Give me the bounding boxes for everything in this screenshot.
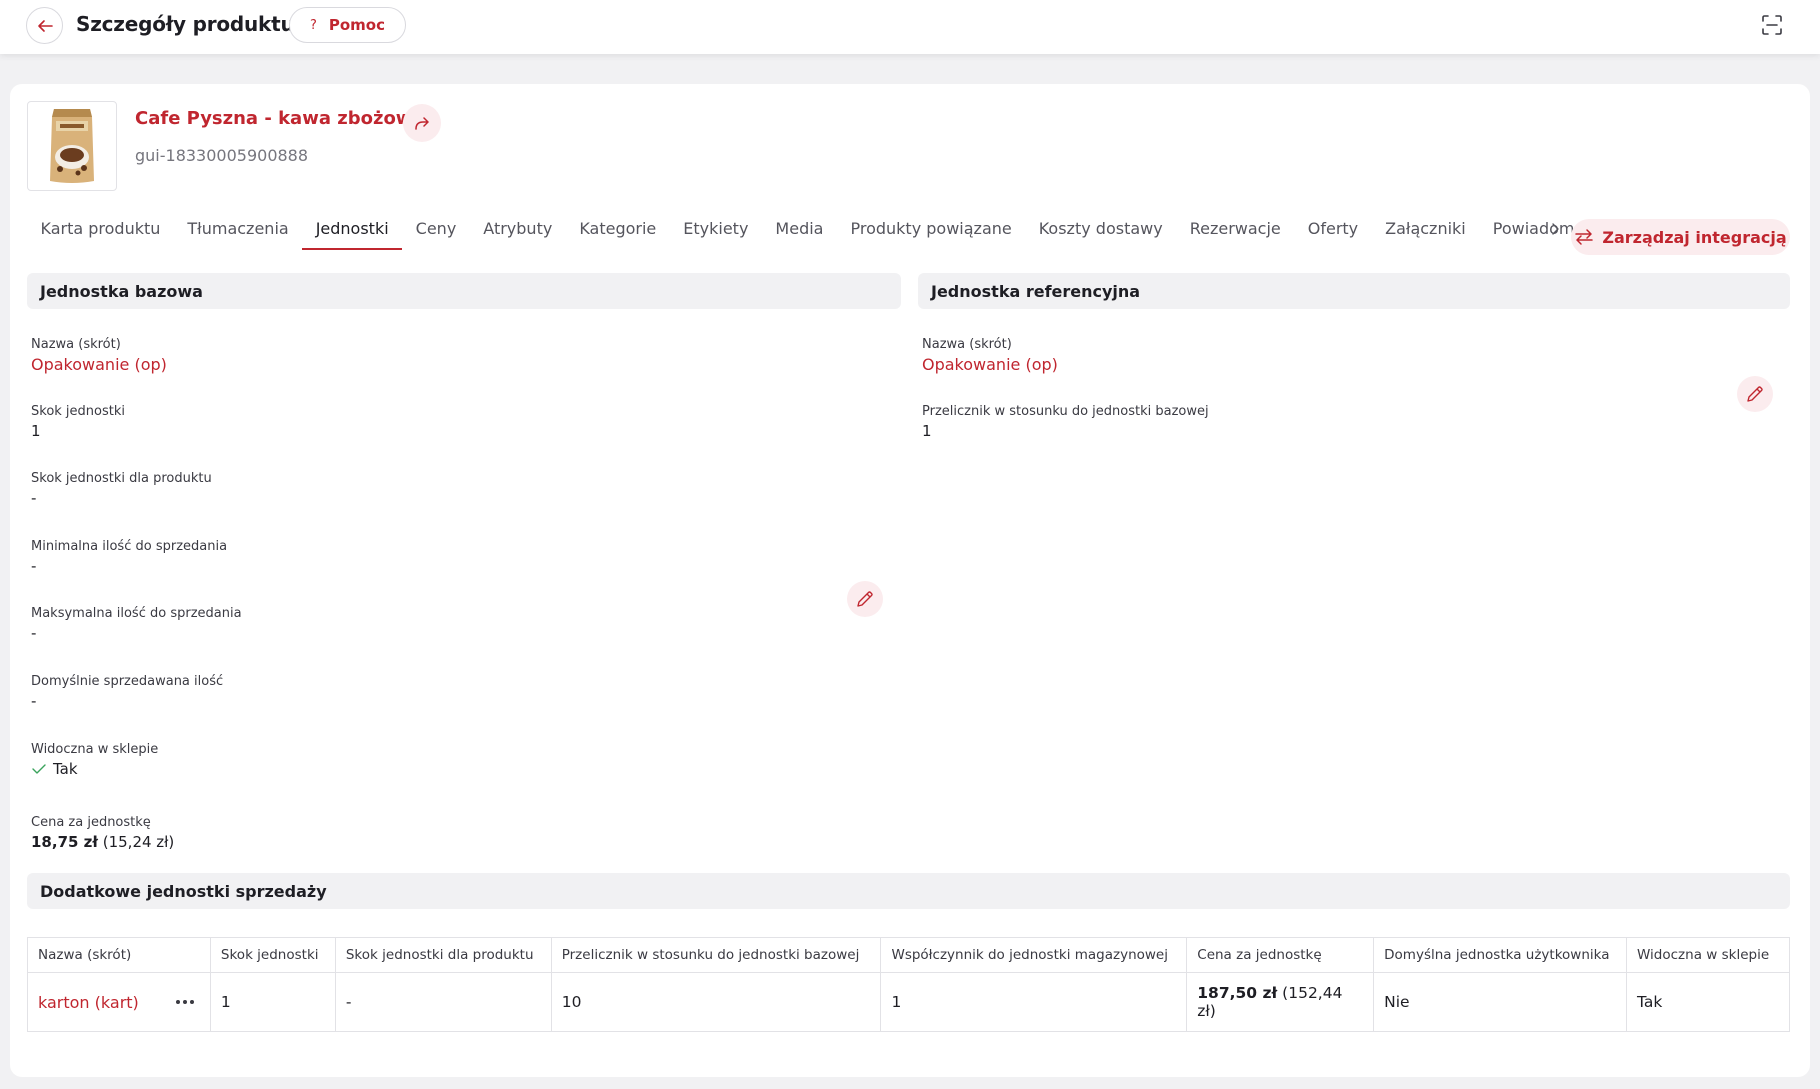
product-thumbnail[interactable]	[27, 101, 117, 191]
help-button[interactable]: ? Pomoc	[289, 7, 406, 43]
field-value: 1	[922, 422, 932, 440]
fullscreen-button[interactable]	[1758, 11, 1786, 39]
column-header: Skok jednostki	[209, 937, 336, 973]
base-unit-visible-field: Widoczna w sklepie Tak	[31, 742, 158, 778]
column-header: Przelicznik w stosunku do jednostki bazo…	[550, 937, 882, 973]
field-value[interactable]: Opakowanie (op)	[31, 355, 167, 374]
base-unit-header: Jednostka bazowa	[27, 273, 901, 309]
tab-prices[interactable]: Ceny	[402, 206, 470, 250]
tab-related-products[interactable]: Produkty powiązane	[837, 206, 1025, 250]
tab-reservations[interactable]: Rezerwacje	[1176, 206, 1294, 250]
visible-value: Tak	[53, 760, 78, 778]
field-label: Skok jednostki dla produktu	[31, 471, 212, 486]
pencil-icon	[857, 591, 873, 607]
field-value: 18,75 zł (15,24 zł)	[31, 833, 174, 851]
cell-default-user-unit: Nie	[1373, 972, 1627, 1032]
table-header-row: Nazwa (skrót) Skok jednostki Skok jednos…	[27, 937, 1790, 973]
additional-units-table: Nazwa (skrót) Skok jednostki Skok jednos…	[27, 937, 1790, 1032]
swap-arrows-icon	[1575, 229, 1594, 245]
column-header: Nazwa (skrót)	[27, 937, 211, 973]
field-label: Nazwa (skrót)	[922, 337, 1012, 352]
base-unit-max-qty-field: Maksymalna ilość do sprzedania -	[31, 606, 242, 642]
tab-bar: Karta produktu Tłumaczenia Jednostki Cen…	[27, 206, 1588, 250]
tab-labels[interactable]: Etykiety	[670, 206, 762, 250]
checkmark-icon	[32, 764, 46, 774]
arrow-left-icon	[37, 19, 53, 32]
tab-product-sheet[interactable]: Karta produktu	[27, 206, 174, 250]
page-title: Szczegóły produktu	[76, 12, 295, 36]
cell-step: 1	[209, 972, 336, 1032]
tab-translations[interactable]: Tłumaczenia	[174, 206, 302, 250]
base-unit-name-field: Nazwa (skrót) Opakowanie (op)	[31, 337, 167, 374]
product-code: gui-18330005900888	[135, 146, 309, 165]
field-label: Widoczna w sklepie	[31, 742, 159, 757]
field-value: Tak	[31, 760, 158, 778]
reference-unit-conversion-field: Przelicznik w stosunku do jednostki bazo…	[922, 404, 1209, 440]
field-value: -	[31, 624, 37, 642]
column-header: Widoczna w sklepie	[1626, 937, 1790, 973]
pencil-icon	[1747, 386, 1763, 402]
tab-media[interactable]: Media	[762, 206, 837, 250]
table-row: karton (kart) 1 - 10 1 187,50 zł (152,44…	[27, 972, 1790, 1032]
field-value: -	[31, 489, 37, 507]
edit-reference-unit-button[interactable]	[1737, 376, 1773, 412]
reference-unit-header: Jednostka referencyjna	[918, 273, 1790, 309]
price-gross: 18,75 zł	[31, 833, 98, 851]
manage-integration-label: Zarządzaj integracją	[1602, 227, 1787, 247]
share-arrow-icon	[415, 117, 429, 130]
more-options-icon[interactable]	[170, 996, 200, 1008]
product-card: Cafe Pyszna - kawa zbożowa gui-183300059…	[10, 84, 1810, 1077]
top-bar: Szczegóły produktu ? Pomoc	[0, 0, 1820, 54]
cell-conversion: 10	[550, 972, 882, 1032]
base-unit-price-field: Cena za jednostkę 18,75 zł (15,24 zł)	[31, 815, 174, 851]
tab-offers[interactable]: Oferty	[1294, 206, 1371, 250]
edit-base-unit-button[interactable]	[847, 581, 883, 617]
price-net: (15,24 zł)	[97, 833, 175, 851]
field-value: 1	[31, 422, 41, 440]
field-label: Przelicznik w stosunku do jednostki bazo…	[922, 404, 1209, 419]
price-gross: 187,50 zł	[1197, 984, 1278, 1002]
unit-name-link[interactable]: karton (kart)	[38, 993, 139, 1012]
cell-product-step: -	[334, 972, 552, 1032]
base-unit-default-qty-field: Domyślnie sprzedawana ilość -	[31, 674, 223, 710]
base-unit-step-field: Skok jednostki 1	[31, 404, 125, 440]
tab-shipping-costs[interactable]: Koszty dostawy	[1025, 206, 1176, 250]
manage-integration-button[interactable]: Zarządzaj integracją	[1571, 219, 1790, 255]
column-header: Domyślna jednostka użytkownika	[1373, 937, 1627, 973]
field-label: Domyślnie sprzedawana ilość	[31, 674, 224, 689]
field-label: Minimalna ilość do sprzedania	[31, 539, 228, 554]
base-unit-product-step-field: Skok jednostki dla produktu -	[31, 471, 212, 507]
additional-units-header: Dodatkowe jednostki sprzedaży	[27, 873, 1790, 909]
share-button[interactable]	[403, 104, 441, 142]
tab-units[interactable]: Jednostki	[302, 206, 403, 250]
tab-attributes[interactable]: Atrybuty	[470, 206, 566, 250]
field-value: -	[31, 692, 37, 710]
reference-unit-name-field: Nazwa (skrót) Opakowanie (op)	[922, 337, 1058, 374]
column-header: Współczynnik do jednostki magazynowej	[880, 937, 1188, 973]
field-value[interactable]: Opakowanie (op)	[922, 355, 1058, 374]
fullscreen-icon	[1762, 15, 1782, 35]
field-label: Maksymalna ilość do sprzedania	[31, 606, 242, 621]
question-icon: ?	[309, 17, 317, 33]
product-name[interactable]: Cafe Pyszna - kawa zbożowa	[135, 108, 425, 129]
cell-price: 187,50 zł (152,44 zł)	[1186, 972, 1375, 1032]
chevron-right-icon[interactable]	[1548, 222, 1562, 236]
product-package-image	[50, 109, 94, 183]
tab-categories[interactable]: Kategorie	[566, 206, 670, 250]
cell-name: karton (kart)	[27, 972, 211, 1032]
column-header: Skok jednostki dla produktu	[334, 937, 552, 973]
help-label: Pomoc	[328, 16, 386, 34]
field-value: -	[31, 557, 37, 575]
column-header: Cena za jednostkę	[1186, 937, 1375, 973]
cell-visible: Tak	[1626, 972, 1790, 1032]
field-label: Skok jednostki	[31, 404, 125, 419]
base-unit-min-qty-field: Minimalna ilość do sprzedania -	[31, 539, 227, 575]
back-button[interactable]	[26, 7, 63, 44]
tab-attachments[interactable]: Załączniki	[1372, 206, 1480, 250]
field-label: Cena za jednostkę	[31, 815, 151, 830]
field-label: Nazwa (skrót)	[31, 337, 121, 352]
cell-stock-factor: 1	[880, 972, 1188, 1032]
